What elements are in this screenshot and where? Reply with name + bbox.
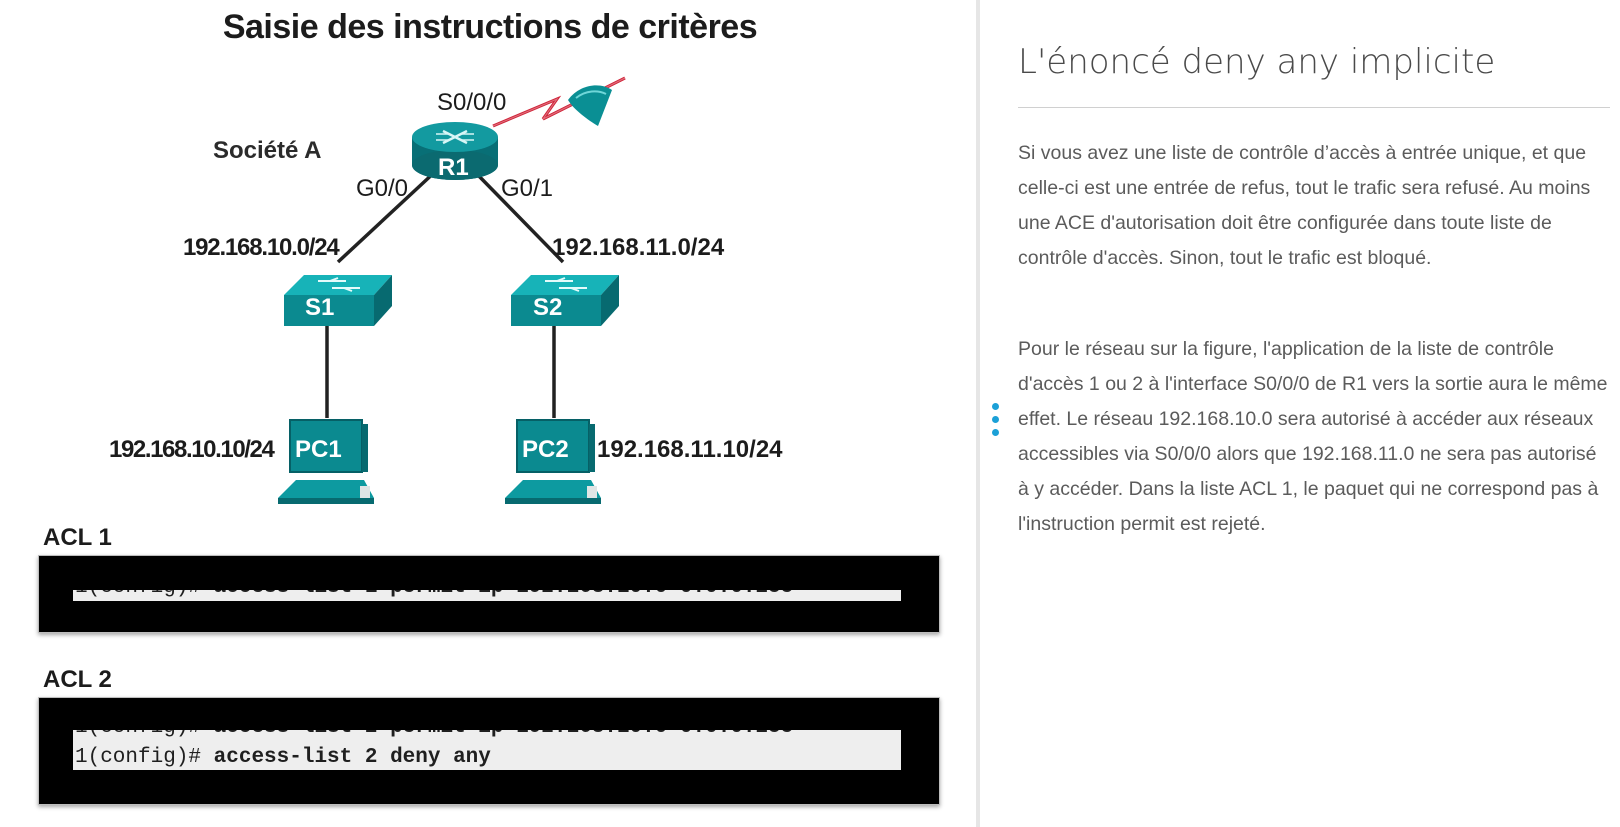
- acl1-title: ACL 1: [43, 524, 112, 551]
- content-panel: L'énoncé deny any implicite Si vous avez…: [1018, 0, 1610, 827]
- label-serial-interface: S0/0/0: [437, 89, 507, 116]
- label-pc2: PC2: [522, 436, 569, 463]
- panel-divider: [976, 0, 980, 827]
- paragraph-2: Pour le réseau sur la figure, l'applicat…: [1018, 338, 1608, 535]
- label-port-g0-0: G0/0: [356, 175, 409, 202]
- label-network-right: 192.168.11.0/24: [552, 234, 725, 261]
- label-network-left: 192.168.10.0/24: [183, 234, 340, 261]
- acl2-code-line-2: 1(config)# access-list 2 deny any: [75, 746, 491, 769]
- label-pc1-ip: 192.168.10.10/24: [109, 436, 275, 463]
- label-switch-s2: S2: [533, 294, 563, 321]
- acl1-code-line-1: 1(config)# access-list 1 permit ip 192.1…: [73, 590, 901, 601]
- acl1-code-panel: 1(config)# access-list 1 permit ip 192.1…: [73, 590, 901, 601]
- label-pc2-ip: 192.168.11.10/24: [597, 436, 783, 463]
- section-heading: L'énoncé deny any implicite: [1018, 42, 1496, 82]
- heading-divider: [1018, 107, 1610, 108]
- acl2-code-box: 1(config)# access-list 2 permit ip 192.1…: [38, 697, 940, 805]
- acl1-code-box: 1(config)# access-list 1 permit ip 192.1…: [38, 555, 940, 633]
- figure-panel: Saisie des instructions de critères S0/0…: [0, 0, 948, 827]
- switch-s1-icon: [284, 275, 392, 326]
- internet-cloud-icon: [568, 85, 612, 126]
- switch-s2-icon: [511, 275, 619, 326]
- label-port-g0-1: G0/1: [501, 175, 554, 202]
- acl2-title: ACL 2: [43, 666, 112, 693]
- paragraph-1: Si vous avez une liste de contrôle d’acc…: [1018, 142, 1591, 269]
- label-company: Société A: [213, 137, 322, 164]
- label-switch-s1: S1: [305, 294, 335, 321]
- resize-handle-icon[interactable]: [991, 403, 1001, 443]
- label-router-r1: R1: [438, 154, 469, 181]
- label-pc1: PC1: [295, 436, 342, 463]
- acl2-code-panel: 1(config)# access-list 2 permit ip 192.1…: [73, 730, 901, 770]
- acl2-code-line-1: 1(config)# access-list 2 permit ip 192.1…: [73, 730, 901, 743]
